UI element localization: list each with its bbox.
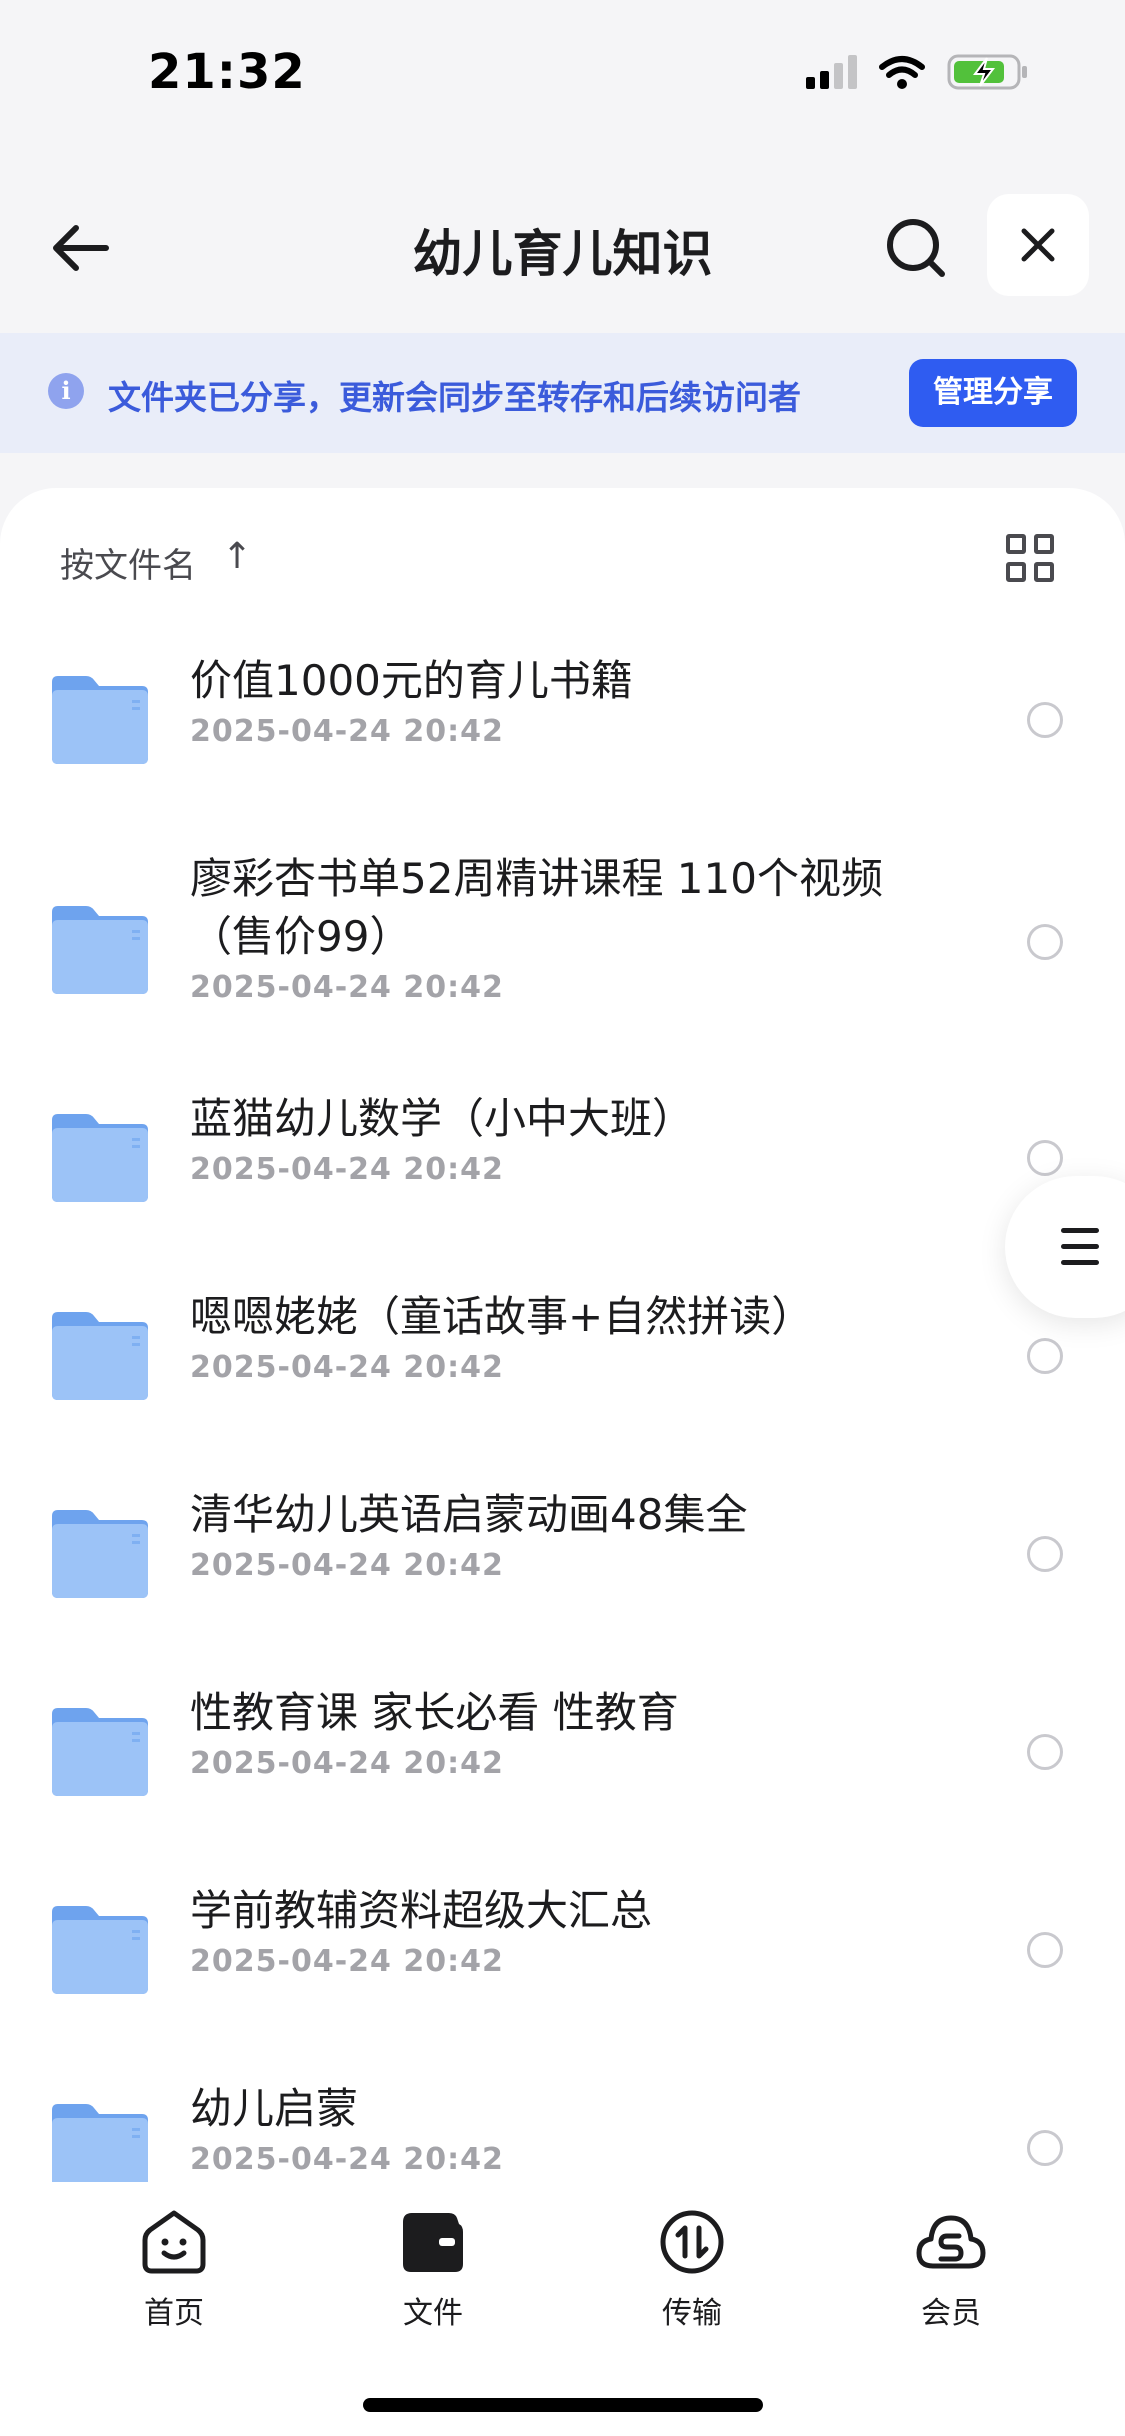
folder-icon [52, 2104, 148, 2188]
list-item[interactable]: 清华幼儿英语启蒙动画48集全 2025-04-24 20:42 [0, 1462, 1125, 1660]
arrow-up-icon[interactable]: ↑ [222, 536, 252, 577]
select-radio[interactable] [1027, 2130, 1063, 2166]
file-name: 幼儿启蒙 [190, 2084, 359, 2133]
list-item[interactable]: 性教育课 家长必看 性教育 2025-04-24 20:42 [0, 1660, 1125, 1858]
select-radio[interactable] [1027, 1932, 1063, 1968]
close-icon [1021, 228, 1055, 262]
status-icons [806, 52, 1029, 92]
wifi-icon [879, 56, 925, 89]
tab-files[interactable]: 文件 [363, 2206, 503, 2336]
close-button[interactable] [987, 194, 1089, 296]
tab-label: 传输 [662, 2296, 722, 2331]
manage-share-button[interactable]: 管理分享 [909, 359, 1077, 427]
file-date: 2025-04-24 20:42 [190, 1944, 504, 1979]
folder-icon [52, 1312, 148, 1400]
sort-row: 按文件名 ↑ [0, 488, 1125, 628]
file-date: 2025-04-24 20:42 [190, 970, 504, 1005]
file-date: 2025-04-24 20:42 [190, 1152, 504, 1187]
tab-label: 文件 [403, 2296, 463, 2331]
tab-vip[interactable]: 会员 [881, 2206, 1021, 2336]
share-notice-banner: i 文件夹已分享，更新会同步至转存和后续访问者 管理分享 [0, 333, 1125, 453]
home-face-icon [142, 2210, 206, 2274]
files-folder-icon [403, 2213, 463, 2272]
file-list: 价值1000元的育儿书籍 2025-04-24 20:42 廖彩杏书单52周精讲… [0, 628, 1125, 2188]
select-radio[interactable] [1027, 1338, 1063, 1374]
folder-icon [52, 1708, 148, 1796]
search-icon [887, 219, 945, 277]
home-indicator [363, 2398, 763, 2412]
list-item[interactable]: 嗯嗯姥姥（童话故事+自然拼读） 2025-04-24 20:42 [0, 1264, 1125, 1462]
status-time: 21:32 [148, 44, 306, 100]
list-item[interactable]: 学前教辅资料超级大汇总 2025-04-24 20:42 [0, 1858, 1125, 2056]
bottom-tab-bar: 首页 文件 传输 会员 [0, 2182, 1125, 2436]
file-name: 学前教辅资料超级大汇总 [190, 1886, 653, 1935]
tab-transfer[interactable]: 传输 [622, 2206, 762, 2336]
file-date: 2025-04-24 20:42 [190, 1548, 504, 1583]
select-radio[interactable] [1027, 924, 1063, 960]
menu-lines-icon [1061, 1228, 1099, 1276]
transfer-icon [660, 2210, 724, 2274]
file-name: 性教育课 家长必看 性教育 [190, 1688, 679, 1737]
file-date: 2025-04-24 20:42 [190, 2142, 504, 2177]
list-item[interactable]: 廖彩杏书单52周精讲课程 110个视频（售价99） 2025-04-24 20:… [0, 826, 1125, 1066]
status-bar: 21:32 [0, 0, 1125, 150]
file-name: 嗯嗯姥姥（童话故事+自然拼读） [190, 1292, 814, 1341]
folder-icon [52, 906, 148, 994]
cellular-signal-icon [806, 55, 857, 89]
select-radio[interactable] [1027, 1140, 1063, 1176]
folder-icon [52, 1510, 148, 1598]
sort-by-name-button[interactable]: 按文件名 [60, 538, 196, 587]
file-list-card: 按文件名 ↑ 价值1000元的育儿书籍 2025-04-24 20:42 廖彩杏… [0, 488, 1125, 2188]
list-item[interactable]: 幼儿启蒙 2025-04-24 20:42 [0, 2056, 1125, 2188]
folder-icon [52, 1114, 148, 1202]
file-date: 2025-04-24 20:42 [190, 1350, 504, 1385]
file-name: 蓝猫幼儿数学（小中大班） [190, 1094, 695, 1143]
file-name: 清华幼儿英语启蒙动画48集全 [190, 1490, 748, 1539]
folder-icon [52, 676, 148, 764]
folder-icon [52, 1906, 148, 1994]
tab-label: 会员 [921, 2296, 981, 2331]
search-button[interactable] [876, 208, 956, 288]
info-icon: i [48, 373, 84, 409]
file-date: 2025-04-24 20:42 [190, 1746, 504, 1781]
page-title: 幼儿育儿知识 [412, 225, 713, 283]
vip-cloud-icon [916, 2215, 986, 2269]
file-date: 2025-04-24 20:42 [190, 714, 504, 749]
select-radio[interactable] [1027, 1536, 1063, 1572]
select-radio[interactable] [1027, 1734, 1063, 1770]
navigation-bar: 幼儿育儿知识 [0, 180, 1125, 310]
share-notice-text: 文件夹已分享，更新会同步至转存和后续访问者 [108, 378, 801, 417]
list-item[interactable]: 价值1000元的育儿书籍 2025-04-24 20:42 [0, 628, 1125, 826]
tab-home[interactable]: 首页 [104, 2206, 244, 2336]
select-radio[interactable] [1027, 702, 1063, 738]
grid-view-icon[interactable] [1006, 534, 1054, 582]
list-item[interactable]: 蓝猫幼儿数学（小中大班） 2025-04-24 20:42 [0, 1066, 1125, 1264]
battery-charging-icon [947, 54, 1027, 90]
file-name: 廖彩杏书单52周精讲课程 110个视频（售价99） [190, 854, 883, 961]
app-screen: 21:32 幼儿育儿知识 i 文件夹已分享，更新会同步至转存和后续访问者 管理分… [0, 0, 1125, 2436]
file-name: 价值1000元的育儿书籍 [190, 656, 633, 705]
tab-label: 首页 [144, 2296, 204, 2331]
